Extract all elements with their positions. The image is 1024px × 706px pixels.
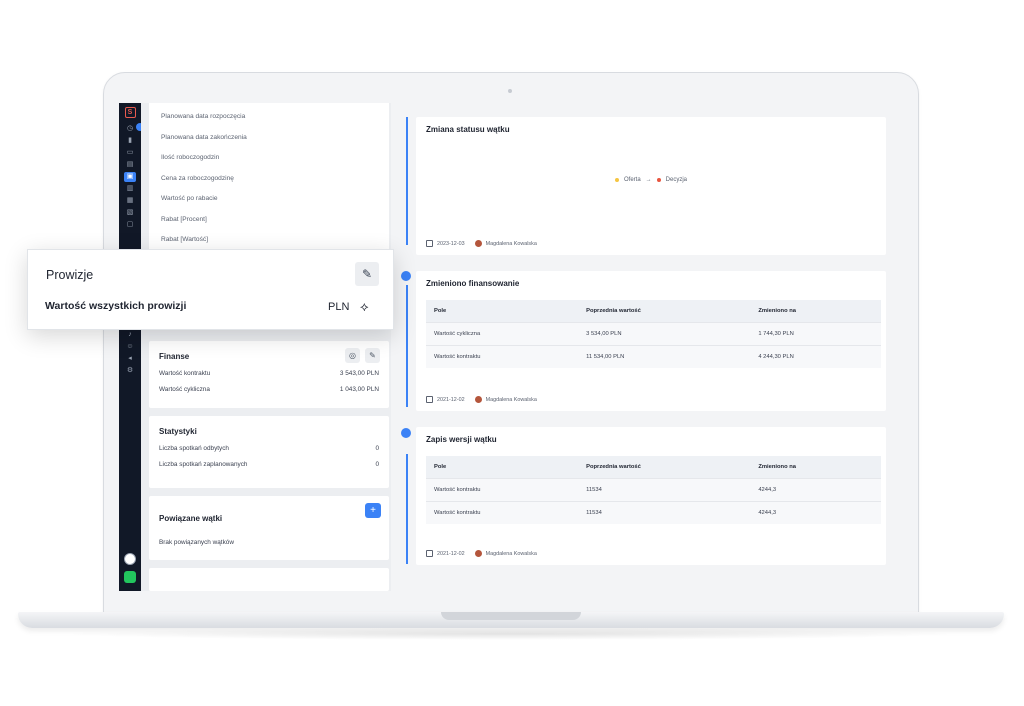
field-label: Wartość po rabacie [161, 195, 218, 202]
status-change: Oferta → Decyzja [416, 177, 886, 183]
empty-text: Brak powiązanych wątków [159, 539, 234, 546]
field-label: Rabat [Procent] [161, 215, 207, 223]
field-label: Cena za roboczogodzinę [161, 174, 234, 182]
field-label: Ilość roboczogodzin [161, 154, 220, 161]
clock-icon[interactable]: ◷ [124, 124, 136, 134]
statystyki-row: Liczba spotkań odbytych 0 [159, 445, 379, 452]
event-card: Zmiana statusu wątku Oferta → Decyzja 20… [416, 117, 886, 255]
timeline-line [406, 117, 408, 245]
changes-table: Pole Poprzednia wartość Zmieniono na War… [426, 300, 881, 368]
event-date: 2021-12-02 [437, 550, 465, 557]
event-title: Zmiana statusu wątku [426, 125, 510, 134]
table-row: Wartość cykliczna 3 534,00 PLN 1 744,30 … [426, 321, 881, 345]
bell-icon[interactable]: ♪ [124, 330, 136, 340]
currency-label: PLN [328, 301, 350, 313]
avatar [474, 396, 482, 403]
table-row: Wartość kontraktu 11534 4244,3 [426, 477, 881, 501]
changes-table: Pole Poprzednia wartość Zmieniono na War… [426, 456, 881, 524]
calendar-icon [426, 240, 433, 247]
table-header: Pole Poprzednia wartość Zmieniono na [426, 456, 881, 478]
sidebar: S ◷ ▮ ▭ ▤ ▣ ▥ ▦ ▧ ▢ ▤ ♪ ☺ ◂ ⚙ [119, 103, 141, 591]
commission-label: Wartość wszystkich prowizji [45, 300, 187, 312]
laptop-mockup: S ◷ ▮ ▭ ▤ ▣ ▥ ▦ ▧ ▢ ▤ ♪ ☺ ◂ ⚙ Planowana … [0, 0, 1024, 706]
edit-button[interactable]: ✎ [365, 348, 380, 363]
table-row: Wartość kontraktu 11 534,00 PLN 4 244,30… [426, 344, 881, 368]
event-meta: 2021-12-02 Magdalena Kowalska [426, 396, 537, 403]
calendar-icon [426, 396, 433, 403]
finanse-row: Wartość cykliczna 1 043,00 PLN [159, 386, 379, 393]
event-user: Magdalena Kowalska [485, 396, 537, 403]
calendar-icon[interactable]: ▧ [124, 208, 136, 218]
event-title: Zmieniono finansowanie [426, 279, 520, 288]
statystyki-row: Liczba spotkań zaplanowanych 0 [159, 461, 379, 468]
clipboard-icon[interactable]: ▦ [124, 196, 136, 206]
event-card: Zapis wersji wątku Pole Poprzednia warto… [416, 427, 886, 565]
field-label: Planowana data zakończenia [161, 133, 247, 141]
chart-icon[interactable]: ▮ [124, 136, 136, 146]
event-title: Zapis wersji wątku [426, 435, 497, 444]
arrow-right-icon: → [645, 177, 652, 183]
settings-icon[interactable]: ⚙ [124, 366, 136, 376]
logo-icon[interactable]: S [124, 107, 136, 118]
folder-icon[interactable]: ▢ [124, 220, 136, 230]
powiazane-title: Powiązane wątki [159, 514, 223, 523]
add-thread-button[interactable]: + [365, 503, 381, 518]
threads-icon[interactable]: ▣ [124, 172, 136, 182]
event-user: Magdalena Kowalska [485, 550, 537, 557]
finanse-card: Finanse ◎ ✎ Wartość kontraktu 3 543,00 PL… [149, 341, 389, 408]
timeline-dot [401, 428, 411, 438]
event-date: 2021-12-02 [437, 396, 465, 403]
table-header: Pole Poprzednia wartość Zmieniono na [426, 300, 881, 322]
finanse-row: Wartość kontraktu 3 543,00 PLN [159, 370, 379, 377]
file-icon[interactable]: ▥ [124, 184, 136, 194]
prowizje-popup: Prowizje ✎ Wartość wszystkich prowizji P… [27, 249, 394, 330]
calendar-icon [426, 550, 433, 557]
event-date: 2023-12-03 [437, 240, 465, 247]
popup-title: Prowizje [46, 268, 94, 282]
pencil-icon[interactable]: ✎ [355, 262, 379, 286]
status-to: Decyzja [665, 177, 688, 183]
powiazane-card: Powiązane wątki + Brak powiązanych wątkó… [149, 496, 389, 560]
app-screen: S ◷ ▮ ▭ ▤ ▣ ▥ ▦ ▧ ▢ ▤ ♪ ☺ ◂ ⚙ Planowana … [119, 103, 899, 591]
settings-button[interactable]: ◎ [345, 348, 360, 363]
event-meta: 2023-12-03 Magdalena Kowalska [426, 240, 537, 247]
avatar [474, 240, 482, 247]
avatar[interactable] [124, 553, 136, 565]
document-icon[interactable]: ▤ [124, 160, 136, 170]
event-meta: 2021-12-02 Magdalena Kowalska [426, 550, 537, 557]
power-icon[interactable] [124, 571, 136, 583]
timeline-panel: Zmiana statusu wątku Oferta → Decyzja 20… [391, 103, 899, 591]
table-row: Wartość kontraktu 11534 4244,3 [426, 500, 881, 524]
laptop-shadow [60, 628, 960, 640]
laptop-notch [441, 612, 581, 620]
status-dot [614, 178, 619, 182]
timeline-line [406, 454, 408, 564]
event-card: Zmieniono finansowanie Pole Poprzednia w… [416, 271, 886, 411]
camera-dot [508, 89, 512, 93]
status-dot [656, 178, 661, 182]
timeline-dot [401, 271, 411, 281]
bottom-card [149, 568, 389, 591]
details-panel: Planowana data rozpoczęcia Planowana dat… [141, 103, 391, 591]
monitor-icon[interactable]: ▭ [124, 148, 136, 158]
timeline-line [406, 285, 408, 407]
status-from: Oferta [623, 177, 641, 183]
field-label: Rabat [Wartość] [161, 236, 209, 243]
statystyki-title: Statystyki [159, 427, 197, 436]
sidebar-bottom [119, 553, 141, 583]
avatar [474, 550, 482, 557]
field-label: Planowana data rozpoczęcia [161, 113, 246, 120]
megaphone-icon[interactable]: ◂ [124, 354, 136, 364]
field-list: Planowana data rozpoczęcia Planowana dat… [149, 103, 389, 255]
money-tag-icon[interactable]: ⟡ [360, 299, 369, 315]
statystyki-card: Statystyki Liczba spotkań odbytych 0 Licz… [149, 416, 389, 488]
users-icon[interactable]: ☺ [124, 342, 136, 352]
event-user: Magdalena Kowalska [485, 240, 537, 247]
